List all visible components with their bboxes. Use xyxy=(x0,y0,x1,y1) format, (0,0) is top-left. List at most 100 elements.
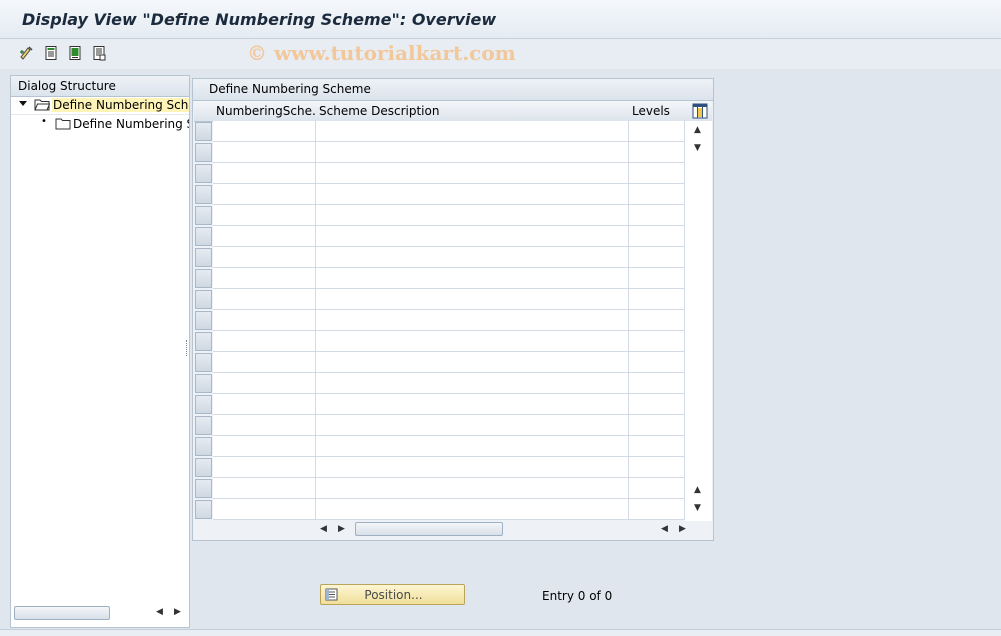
row-selector[interactable] xyxy=(195,437,212,456)
row-selector[interactable] xyxy=(195,500,212,519)
table-cell[interactable] xyxy=(316,373,629,394)
scroll-thumb[interactable] xyxy=(355,522,503,536)
table-cell[interactable] xyxy=(316,268,629,289)
table-cell[interactable] xyxy=(316,247,629,268)
row-selector[interactable] xyxy=(195,332,212,351)
table-cell[interactable] xyxy=(316,394,629,415)
table-cell[interactable] xyxy=(316,478,629,499)
position-button[interactable]: Position... xyxy=(320,584,465,605)
table-cell[interactable] xyxy=(629,331,685,352)
table-cell[interactable] xyxy=(629,457,685,478)
row-selector[interactable] xyxy=(195,479,212,498)
row-selector[interactable] xyxy=(195,353,212,372)
table-cell[interactable] xyxy=(629,226,685,247)
row-selector[interactable] xyxy=(195,227,212,246)
table-cell[interactable] xyxy=(316,310,629,331)
table-cell[interactable] xyxy=(316,331,629,352)
table-hscrollbar-right[interactable]: ◀ ▶ xyxy=(659,521,689,537)
table-cell[interactable] xyxy=(213,121,316,142)
table-cell[interactable] xyxy=(316,205,629,226)
table-cell[interactable] xyxy=(629,478,685,499)
dialog-structure-hscrollbar[interactable]: ◀ ▶ xyxy=(14,606,184,620)
table-cell[interactable] xyxy=(213,289,316,310)
table-cell[interactable] xyxy=(213,457,316,478)
table-cell[interactable] xyxy=(629,415,685,436)
table-cell[interactable] xyxy=(629,247,685,268)
row-selector[interactable] xyxy=(195,206,212,225)
table-settings-icon[interactable] xyxy=(692,103,708,119)
table-cell[interactable] xyxy=(213,142,316,163)
table-cell[interactable] xyxy=(316,121,629,142)
scroll-left-icon[interactable]: ◀ xyxy=(320,524,327,534)
table-cell[interactable] xyxy=(213,205,316,226)
table-cell[interactable] xyxy=(213,436,316,457)
table-hscrollbar[interactable]: ◀ ▶ xyxy=(317,521,685,537)
row-selector[interactable] xyxy=(195,458,212,477)
table-cell[interactable] xyxy=(316,499,629,520)
tree-item-numbering-scheme[interactable]: Define Numbering Scher xyxy=(11,96,189,114)
table-cell[interactable] xyxy=(629,163,685,184)
table-vscrollbar[interactable]: ▲ ▼ ▲ ▼ xyxy=(685,121,712,521)
column-header-scheme-description[interactable]: Scheme Description xyxy=(316,101,630,122)
table-cell[interactable] xyxy=(213,310,316,331)
table-cell[interactable] xyxy=(629,121,685,142)
table-cell[interactable] xyxy=(629,373,685,394)
table-cell[interactable] xyxy=(629,499,685,520)
table-cell[interactable] xyxy=(316,142,629,163)
tree-item-numbering-levels[interactable]: • Define Numbering Sc xyxy=(11,114,189,133)
table-cell[interactable] xyxy=(316,184,629,205)
row-selector[interactable] xyxy=(195,374,212,393)
table-cell[interactable] xyxy=(213,331,316,352)
table-cell[interactable] xyxy=(316,289,629,310)
select-all-button[interactable] xyxy=(66,44,84,62)
details-button[interactable] xyxy=(42,44,60,62)
scroll-right-icon[interactable]: ▶ xyxy=(174,607,181,617)
table-cell[interactable] xyxy=(629,142,685,163)
row-selector[interactable] xyxy=(195,416,212,435)
scroll-up-icon[interactable]: ▲ xyxy=(694,125,701,135)
table-cell[interactable] xyxy=(213,184,316,205)
row-selector[interactable] xyxy=(195,311,212,330)
table-cell[interactable] xyxy=(629,352,685,373)
scroll-page-up-icon[interactable]: ▲ xyxy=(694,485,701,495)
table-cell[interactable] xyxy=(629,436,685,457)
table-cell[interactable] xyxy=(629,268,685,289)
table-cell[interactable] xyxy=(316,163,629,184)
table-cell[interactable] xyxy=(629,310,685,331)
row-selector[interactable] xyxy=(195,290,212,309)
table-cell[interactable] xyxy=(213,499,316,520)
table-cell[interactable] xyxy=(213,226,316,247)
table-cell[interactable] xyxy=(316,226,629,247)
scroll-left-icon[interactable]: ◀ xyxy=(661,524,668,534)
scroll-page-down-icon[interactable]: ▼ xyxy=(694,503,701,513)
expand-arrow-icon[interactable] xyxy=(19,100,27,108)
select-all-rows-corner[interactable] xyxy=(194,101,214,122)
deselect-all-button[interactable] xyxy=(90,44,108,62)
table-cell[interactable] xyxy=(316,436,629,457)
table-cell[interactable] xyxy=(629,184,685,205)
table-cell[interactable] xyxy=(316,352,629,373)
scroll-right-icon[interactable]: ▶ xyxy=(338,524,345,534)
table-cell[interactable] xyxy=(629,394,685,415)
table-cell[interactable] xyxy=(316,457,629,478)
row-selector[interactable] xyxy=(195,185,212,204)
scroll-left-icon[interactable]: ◀ xyxy=(156,607,163,617)
table-cell[interactable] xyxy=(213,394,316,415)
table-cell[interactable] xyxy=(316,415,629,436)
table-cell[interactable] xyxy=(213,373,316,394)
row-selector[interactable] xyxy=(195,248,212,267)
row-selector[interactable] xyxy=(195,122,212,141)
row-selector[interactable] xyxy=(195,143,212,162)
scroll-down-icon[interactable]: ▼ xyxy=(694,143,701,153)
table-cell[interactable] xyxy=(213,478,316,499)
table-cell[interactable] xyxy=(629,289,685,310)
table-cell[interactable] xyxy=(629,205,685,226)
table-cell[interactable] xyxy=(213,268,316,289)
scroll-thumb[interactable] xyxy=(14,606,110,620)
row-selector[interactable] xyxy=(195,164,212,183)
table-cell[interactable] xyxy=(213,247,316,268)
column-header-levels[interactable]: Levels xyxy=(629,101,686,122)
table-cell[interactable] xyxy=(213,163,316,184)
row-selector[interactable] xyxy=(195,269,212,288)
column-header-numbering-scheme[interactable]: NumberingSche... xyxy=(213,101,317,122)
